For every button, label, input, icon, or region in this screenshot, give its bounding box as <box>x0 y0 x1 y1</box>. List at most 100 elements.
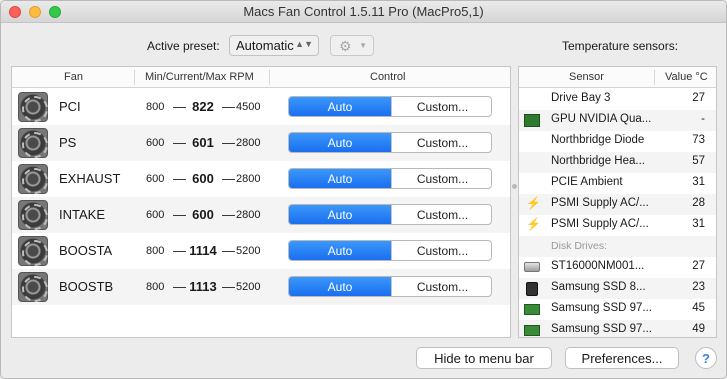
fan-icon <box>18 92 48 122</box>
fan-table-header: Fan Min/Current/Max RPM Control <box>12 67 510 88</box>
fan-max-rpm: 2800 <box>236 137 261 149</box>
sensor-value: 23 <box>692 281 705 293</box>
fan-row: BOOSTB 800 — 1113 — 5200 Auto Custom... <box>12 269 510 305</box>
fan-auto-button[interactable]: Auto <box>289 133 391 152</box>
sensor-name: Northbridge Hea... <box>551 155 645 167</box>
split-view-handle[interactable] <box>512 184 517 189</box>
sensor-value: 27 <box>692 92 705 104</box>
preset-actions-button[interactable]: ⚙ ▼ <box>330 35 374 56</box>
fan-auto-button[interactable]: Auto <box>289 277 391 296</box>
sensor-row[interactable]: Drive Bay 3 27 <box>519 89 716 110</box>
fan-name: PCI <box>59 99 81 114</box>
fan-auto-button[interactable]: Auto <box>289 97 391 116</box>
fan-icon <box>18 128 48 158</box>
fan-custom-button[interactable]: Custom... <box>391 97 491 116</box>
help-button[interactable]: ? <box>695 347 717 369</box>
rpm-separator: — <box>222 279 235 294</box>
sensor-value: - <box>701 113 705 125</box>
sensor-row[interactable]: ⚡ PSMI Supply AC/... 31 <box>519 215 716 236</box>
sensor-row[interactable]: ⚡ PSMI Supply AC/... 28 <box>519 194 716 215</box>
rpm-separator: — <box>173 99 186 114</box>
preset-value: Automatic <box>236 38 294 53</box>
fan-current-rpm: 600 <box>192 207 214 222</box>
fan-max-rpm: 2800 <box>236 173 261 185</box>
sensor-row[interactable]: Samsung SSD 97... 49 <box>519 320 716 337</box>
fan-custom-button[interactable]: Custom... <box>391 241 491 260</box>
fan-auto-button[interactable]: Auto <box>289 205 391 224</box>
sensor-column-header[interactable]: Sensor <box>569 71 604 83</box>
fan-control-segmented: Auto Custom... <box>288 96 492 117</box>
fan-custom-button[interactable]: Custom... <box>391 205 491 224</box>
fan-current-rpm: 600 <box>192 171 214 186</box>
fan-icon <box>18 272 48 302</box>
sensor-value: 45 <box>692 302 705 314</box>
hide-to-menu-bar-button[interactable]: Hide to menu bar <box>416 347 552 369</box>
control-column-header[interactable]: Control <box>370 71 405 83</box>
gear-icon: ⚙ <box>339 38 352 54</box>
gpu-icon <box>524 114 540 127</box>
sensor-value: 27 <box>692 260 705 272</box>
active-preset-label: Active preset: <box>147 39 220 53</box>
rpm-separator: — <box>222 171 235 186</box>
fan-row: INTAKE 600 — 600 — 2800 Auto Custom... <box>12 197 510 233</box>
sensor-row[interactable]: Samsung SSD 8... 23 <box>519 278 716 299</box>
fan-control-segmented: Auto Custom... <box>288 276 492 297</box>
fan-control-segmented: Auto Custom... <box>288 204 492 225</box>
sensor-row[interactable]: PCIE Ambient 31 <box>519 173 716 194</box>
lightning-bolt-icon: ⚡ <box>526 217 541 231</box>
rpm-column-header[interactable]: Min/Current/Max RPM <box>145 71 254 83</box>
rpm-separator: — <box>173 171 186 186</box>
rpm-separator: — <box>173 279 186 294</box>
fan-custom-button[interactable]: Custom... <box>391 277 491 296</box>
fan-control-segmented: Auto Custom... <box>288 240 492 261</box>
fan-row: EXHAUST 600 — 600 — 2800 Auto Custom... <box>12 161 510 197</box>
fan-max-rpm: 5200 <box>236 245 261 257</box>
fan-custom-button[interactable]: Custom... <box>391 169 491 188</box>
value-column-header[interactable]: Value °C <box>665 71 708 83</box>
sensor-table-header: Sensor Value °C <box>519 67 716 88</box>
sensor-row[interactable]: Samsung SSD 97... 45 <box>519 299 716 320</box>
nvme-ssd-icon <box>524 304 540 315</box>
sensor-row[interactable]: ST16000NM001... 27 <box>519 257 716 278</box>
sensor-value: 73 <box>692 134 705 146</box>
fan-icon <box>18 164 48 194</box>
sensor-name: ST16000NM001... <box>551 260 645 272</box>
sensor-name: PCIE Ambient <box>551 176 623 188</box>
sensor-row[interactable]: GPU NVIDIA Qua... - <box>519 110 716 131</box>
fan-column-header[interactable]: Fan <box>64 71 83 83</box>
fan-min-rpm: 800 <box>146 245 165 257</box>
sensor-table: Sensor Value °C Drive Bay 3 27 GPU NVIDI… <box>518 66 717 338</box>
ssd-icon <box>526 282 538 296</box>
sensor-name: PSMI Supply AC/... <box>551 218 649 230</box>
sensor-name: Samsung SSD 97... <box>551 323 652 335</box>
fan-icon <box>18 236 48 266</box>
fan-min-rpm: 600 <box>146 209 165 221</box>
fan-table: Fan Min/Current/Max RPM Control PCI 800 … <box>11 66 511 338</box>
fan-name: BOOSTA <box>59 243 113 258</box>
sensor-name: PSMI Supply AC/... <box>551 197 649 209</box>
fan-icon <box>18 200 48 230</box>
preset-dropdown[interactable]: Automatic ▲▼ <box>229 35 319 56</box>
chevron-down-icon: ▼ <box>359 41 367 50</box>
fan-custom-button[interactable]: Custom... <box>391 133 491 152</box>
sensor-row[interactable]: Northbridge Hea... 57 <box>519 152 716 173</box>
fan-current-rpm: 822 <box>192 99 214 114</box>
fan-max-rpm: 5200 <box>236 281 261 293</box>
sensor-group-row: Disk Drives: <box>519 236 716 257</box>
rpm-separator: — <box>173 243 186 258</box>
fan-name: EXHAUST <box>59 171 121 186</box>
sensor-value: 28 <box>692 197 705 209</box>
sensor-row[interactable]: Northbridge Diode 73 <box>519 131 716 152</box>
fan-min-rpm: 800 <box>146 281 165 293</box>
rpm-separator: — <box>222 135 235 150</box>
sensor-name: Samsung SSD 97... <box>551 302 652 314</box>
fan-auto-button[interactable]: Auto <box>289 241 391 260</box>
rpm-separator: — <box>222 99 235 114</box>
fan-current-rpm: 1113 <box>189 279 217 294</box>
rpm-separator: — <box>222 207 235 222</box>
fan-auto-button[interactable]: Auto <box>289 169 391 188</box>
preferences-button[interactable]: Preferences... <box>565 347 679 369</box>
fan-name: PS <box>59 135 77 150</box>
sensor-value: 31 <box>692 218 705 230</box>
fan-min-rpm: 800 <box>146 101 165 113</box>
